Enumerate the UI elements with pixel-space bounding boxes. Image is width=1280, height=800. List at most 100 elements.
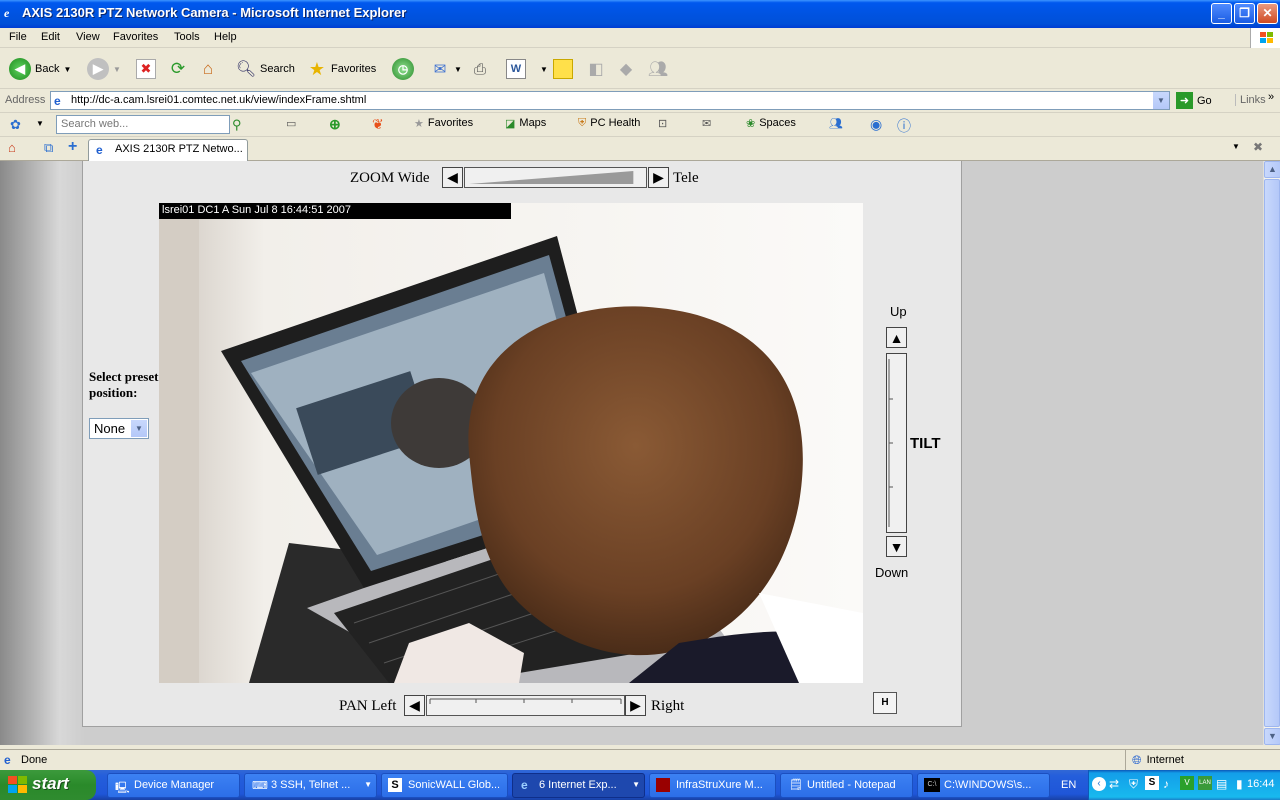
volume-icon[interactable]: ♪ xyxy=(1163,777,1169,791)
tab-list-icon[interactable]: ▼ xyxy=(1232,142,1240,151)
scroll-down-icon[interactable]: ▼ xyxy=(1264,728,1280,745)
highlight-icon[interactable]: ▭ xyxy=(286,117,296,130)
lan-icon[interactable]: LAN xyxy=(1198,776,1212,790)
title-bar[interactable]: e AXIS 2130R PTZ Network Camera - Micros… xyxy=(0,0,1280,28)
bookmark-button[interactable]: ◆ xyxy=(616,57,636,81)
task-command-prompt[interactable]: C:\ C:\WINDOWS\s... xyxy=(917,773,1050,798)
network-icon[interactable]: ⇄ xyxy=(1109,777,1119,791)
msn-butterfly-icon[interactable]: ❦ xyxy=(372,116,384,133)
status-text: Done xyxy=(21,754,48,766)
live-search-icon[interactable]: ⚲ xyxy=(232,117,242,133)
go-arrow-icon: ➜ xyxy=(1176,92,1193,109)
live-search-input[interactable]: Search web... xyxy=(56,115,230,134)
preset-select[interactable]: None ▼ xyxy=(89,418,149,439)
sonicwall-tray-icon[interactable]: S xyxy=(1145,776,1159,790)
show-hidden-icons[interactable]: ‹ xyxy=(1092,777,1106,791)
research-button[interactable]: ◧ xyxy=(586,57,606,81)
live-dropdown-icon[interactable]: ▼ xyxy=(36,119,44,128)
scroll-up-icon[interactable]: ▲ xyxy=(1264,161,1280,178)
go-button[interactable]: ➜ Go xyxy=(1176,92,1212,109)
scroll-thumb[interactable] xyxy=(1264,179,1280,727)
menu-view[interactable]: View xyxy=(76,31,100,43)
spaces-button[interactable]: ❀ Spaces xyxy=(746,117,796,130)
tilt-down-button[interactable]: ▼ xyxy=(886,536,907,557)
task-label: C:\WINDOWS\s... xyxy=(944,779,1032,791)
status-page-icon: e xyxy=(4,753,11,767)
group-dropdown-icon: ▼ xyxy=(364,780,372,789)
mail-button[interactable]: ✉ ▼ xyxy=(430,57,462,81)
pan-right-button[interactable]: ▶ xyxy=(625,695,646,716)
new-tab-icon[interactable]: + xyxy=(68,138,77,156)
vmware-icon[interactable]: V xyxy=(1180,776,1194,790)
mail-dropdown-icon: ▼ xyxy=(454,64,462,74)
task-notepad[interactable]: 🗒︎ Untitled - Notepad xyxy=(780,773,913,798)
back-dropdown-icon[interactable]: ▼ xyxy=(63,65,71,74)
clock[interactable]: 16:44 xyxy=(1247,778,1275,790)
edit-button[interactable]: W ▼ xyxy=(506,57,548,81)
maximize-button[interactable]: ❐ xyxy=(1234,3,1255,24)
tab-label: AXIS 2130R PTZ Netwo... xyxy=(115,143,243,155)
zoom-wide-button[interactable]: ◀ xyxy=(442,167,463,188)
menu-edit[interactable]: Edit xyxy=(41,31,60,43)
shield-tray-icon[interactable]: ⛨ xyxy=(1129,777,1138,792)
start-windows-icon xyxy=(8,776,28,799)
favorites-button[interactable]: ★ Favorites xyxy=(307,57,376,81)
minimize-button[interactable]: _ xyxy=(1211,3,1232,24)
zoom-tele-button[interactable]: ▶ xyxy=(648,167,669,188)
zone-indicator[interactable]: 🌐︎ Internet xyxy=(1125,750,1280,770)
print-button[interactable]: ⎙ xyxy=(470,57,490,81)
messenger-button[interactable]: 👥︎ xyxy=(648,57,668,81)
task-sonicwall[interactable]: S SonicWALL Glob... xyxy=(381,773,508,798)
pan-slider[interactable] xyxy=(426,695,625,716)
task-ssh-telnet[interactable]: ⌨ 3 SSH, Telnet ... ▼ xyxy=(244,773,377,798)
zoom-slider[interactable] xyxy=(464,167,647,188)
links-chevron-icon[interactable]: » xyxy=(1268,91,1274,103)
contacts-icon[interactable]: 👥︎ xyxy=(829,117,843,130)
menu-favorites[interactable]: Favorites xyxy=(113,31,158,43)
computer-icon: 🖳︎ xyxy=(115,782,130,794)
menu-file[interactable]: File xyxy=(9,31,27,43)
language-indicator[interactable]: EN xyxy=(1061,779,1076,791)
back-button[interactable]: ◀ Back ▼ xyxy=(9,57,71,81)
menu-help[interactable]: Help xyxy=(214,31,237,43)
tilt-up-button[interactable]: ▲ xyxy=(886,327,907,348)
maps-button[interactable]: ◪ Maps xyxy=(505,117,546,130)
mail-live-icon[interactable]: ✉ xyxy=(702,117,711,130)
home-position-button[interactable]: H xyxy=(873,692,897,714)
address-dropdown-icon[interactable]: ▼ xyxy=(1153,92,1169,109)
camera-image[interactable]: lsrei01 DC1 A Sun Jul 8 16:44:51 2007 xyxy=(159,203,863,683)
add-to-favorites-icon[interactable]: ⧉ xyxy=(44,140,53,156)
vertical-scrollbar[interactable]: ▲ ▼ xyxy=(1263,161,1280,745)
windows-live-icon[interactable]: ✿ xyxy=(10,117,21,133)
start-button[interactable]: start xyxy=(0,770,96,800)
close-button[interactable]: ✕ xyxy=(1257,3,1278,24)
display-icon[interactable]: ▤ xyxy=(1216,777,1227,791)
tab-camera[interactable]: e AXIS 2130R PTZ Netwo... xyxy=(88,139,248,161)
menu-tools[interactable]: Tools xyxy=(174,31,200,43)
notes-button[interactable] xyxy=(553,57,573,81)
live-favorites-button[interactable]: ★ Favorites xyxy=(414,117,473,130)
forward-button[interactable]: ▶ ▼ xyxy=(87,57,121,81)
battery-icon[interactable]: ▮ xyxy=(1236,777,1243,791)
links-label[interactable]: Links xyxy=(1235,94,1266,106)
tilt-slider[interactable] xyxy=(886,353,907,533)
refresh-button[interactable]: ⟳ xyxy=(168,57,188,81)
rss-icon[interactable]: ⊡ xyxy=(658,117,667,130)
history-button[interactable]: ◷ xyxy=(392,57,414,81)
pc-health-button[interactable]: ⛨ PC Health xyxy=(578,117,640,130)
live-toolbar: ✿ ▼ Search web... ⚲ ▭ ⊕ ❦ ★ Favorites ◪ Ma… xyxy=(0,113,1280,137)
address-input[interactable]: e http://dc-a.cam.lsrei01.comtec.net.uk/… xyxy=(50,91,1170,110)
home-button[interactable]: ⌂ xyxy=(198,57,218,81)
stop-button[interactable]: ✖ xyxy=(136,57,156,81)
help-icon[interactable]: ⓘ xyxy=(897,116,911,136)
pan-left-button[interactable]: ◀ xyxy=(404,695,425,716)
live-help-icon[interactable]: ◉ xyxy=(870,116,882,133)
task-infrastruxure[interactable]: InfraStruXure M... xyxy=(649,773,776,798)
close-tab-icon[interactable]: ✖ xyxy=(1253,140,1263,154)
favorites-center-icon[interactable]: ⌂ xyxy=(8,140,16,155)
add-icon[interactable]: ⊕ xyxy=(329,116,341,133)
history-icon: ◷ xyxy=(392,58,414,80)
task-device-manager[interactable]: 🖳︎ Device Manager xyxy=(107,773,240,798)
search-button[interactable]: 🔍︎ Search xyxy=(236,57,295,81)
task-internet-explorer[interactable]: e 6 Internet Exp... ▼ xyxy=(512,773,645,798)
